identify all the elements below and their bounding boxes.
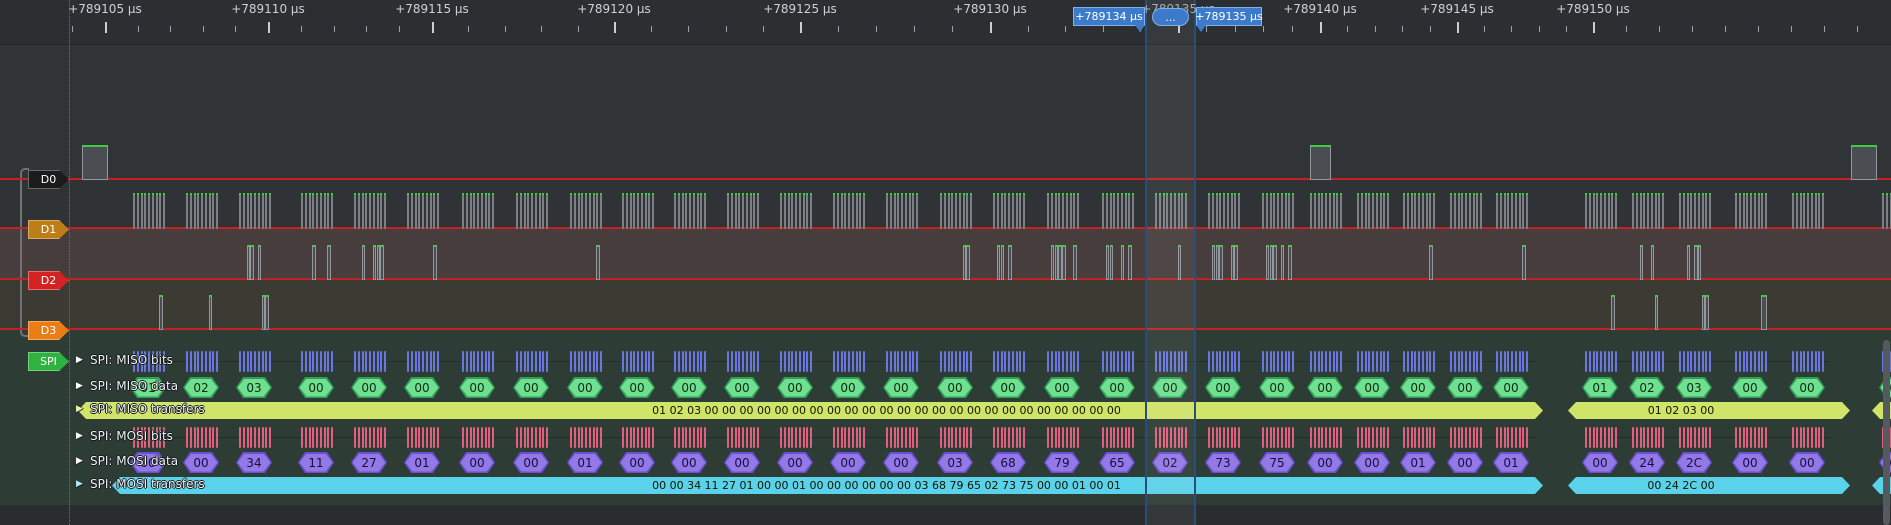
decoder-row-label[interactable]: SPI: MISO bits	[90, 353, 173, 367]
row-expand-arrow-icon[interactable]: ▶	[76, 404, 83, 414]
row-expand-arrow-icon[interactable]: ▶	[76, 381, 83, 391]
row-expand-arrow-icon[interactable]: ▶	[76, 355, 83, 365]
vertical-scrollbar[interactable]	[1883, 340, 1890, 525]
decoder-row-label[interactable]: SPI: MOSI data	[90, 454, 178, 468]
row-expand-arrow-icon[interactable]: ▶	[76, 456, 83, 466]
decoder-row-label[interactable]: SPI: MOSI bits	[90, 429, 173, 443]
row-expand-arrow-icon[interactable]: ▶	[76, 479, 83, 489]
decoder-row-label[interactable]: SPI: MOSI transfers	[90, 477, 205, 491]
row-expand-arrow-icon[interactable]: ▶	[76, 431, 83, 441]
decoder-row-label[interactable]: SPI: MISO data	[90, 379, 178, 393]
logic-analyzer-trace-view: +789105 µs+789110 µs+789115 µs+789120 µs…	[0, 0, 1891, 525]
decoder-row-label[interactable]: SPI: MISO transfers	[90, 402, 205, 416]
